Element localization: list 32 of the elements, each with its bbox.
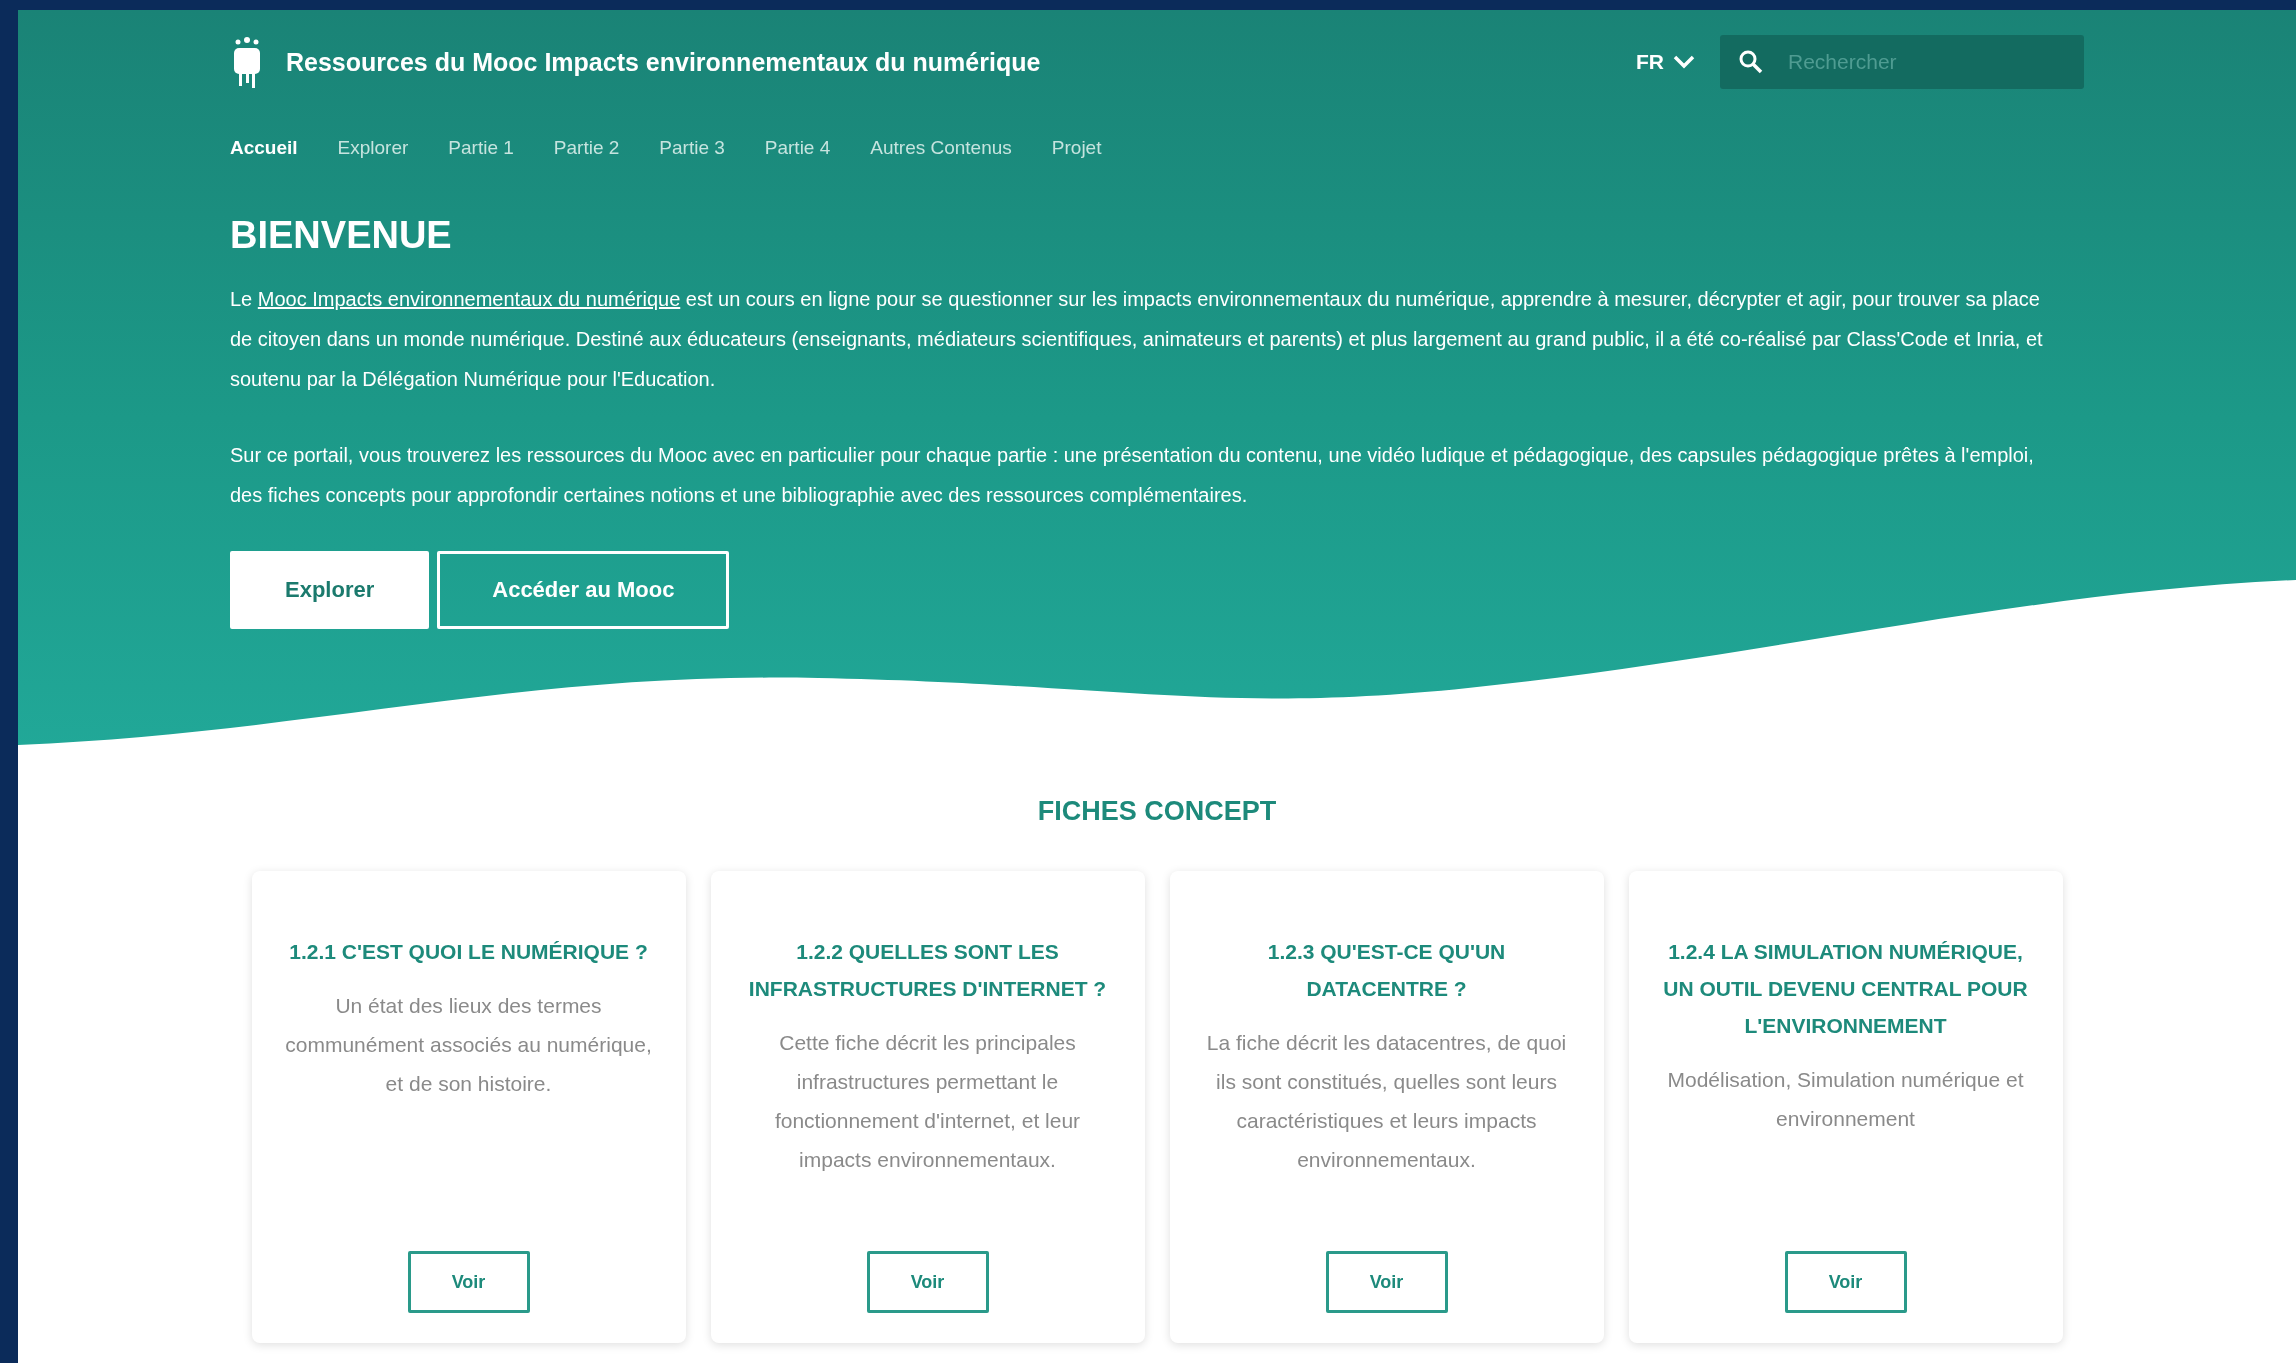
section-heading: FICHES CONCEPT xyxy=(1037,796,1277,827)
portal-paragraph: Sur ce portail, vous trouverez les ressources du Mooc avec en particulier pour chaque partie : une présentation du contenu, une vidéo ludique et pédagogique, des capsules pédagogique prêtes à l'emploi, des fiches concepts pour approfondir certaines notions et une bibliographie avec des ressources complémentaires. xyxy=(230,443,2035,508)
intro-paragraph: Le Mooc Impacts environnementaux du numérique est un cours en ligne pour se questionner sur les impacts environnementaux du numérique, apprendre à mesurer, décrypter et agir, pour trouver sa place de citoyen dans un monde numérique. Destiné aux éducateurs (enseignants, médiateurs scientifiques, animateurs et parents) et plus largement au grand public, il a été co-réalisé par Class'Code et Inria, et soutenu par la Délégation Numérique pour l'Education. xyxy=(230,287,2044,392)
nav-link[interactable]: Partie 2 xyxy=(553,137,620,159)
chevron-down-icon xyxy=(1672,54,1696,70)
card-title: 1.2.2 QUELLES SONT LES INFRASTRUCTURES D'INTERNET ? xyxy=(747,939,1108,1002)
nav-link[interactable]: Projet xyxy=(1051,137,1102,159)
nav-link[interactable]: Autres Contenus xyxy=(870,137,1012,159)
search-icon xyxy=(1738,49,1764,75)
card-description: Modélisation, Simulation numérique et environnement xyxy=(1666,1067,2025,1132)
view-button[interactable]: Voir xyxy=(1784,1251,1907,1313)
card-description: Cette fiche décrit les principales infrastructures permettant le fonctionnement d'internet, et leur impacts environnementaux. xyxy=(773,1030,1082,1173)
explore-button[interactable]: Explorer xyxy=(230,551,430,629)
card-title: 1.2.4 LA SIMULATION NUMÉRIQUE, UN OUTIL DEVENU CENTRAL POUR L'ENVIRONNEMENT xyxy=(1662,939,2029,1039)
mooc-button[interactable]: Accéder au Mooc xyxy=(437,551,730,629)
view-button[interactable]: Voir xyxy=(407,1251,530,1313)
card-title: 1.2.1 C'EST QUOI LE NUMÉRIQUE ? xyxy=(289,939,648,965)
page-heading: BIENVENUE xyxy=(230,214,453,257)
mooc-link[interactable]: Mooc Impacts environnementaux du numérique xyxy=(257,288,681,310)
card-title: 1.2.3 QU'EST-CE QU'UN DATACENTRE ? xyxy=(1266,939,1507,1002)
nav-link[interactable]: Partie 4 xyxy=(764,137,831,159)
site-title: Ressources du Mooc Impacts environnementaux du numérique xyxy=(286,47,1041,77)
language-selector[interactable]: FR xyxy=(1632,46,1700,78)
nav-link[interactable]: Explorer xyxy=(337,137,409,159)
card-description: Un état des lieux des termes communément associés au numérique, et de son histoire. xyxy=(284,993,653,1097)
nav-link[interactable]: Partie 3 xyxy=(659,137,725,159)
nav-link[interactable]: Accueil xyxy=(230,137,298,159)
view-button[interactable]: Voir xyxy=(866,1251,989,1313)
card-description: La fiche décrit les datacentres, de quoi ils sont constitués, quelles sont leurs caractéristiques et leurs impacts environnementaux. xyxy=(1205,1030,1568,1173)
nav-link[interactable]: Partie 1 xyxy=(448,137,514,159)
search-field[interactable]: Rechercher xyxy=(1720,35,2084,89)
view-button[interactable]: Voir xyxy=(1325,1251,1448,1313)
